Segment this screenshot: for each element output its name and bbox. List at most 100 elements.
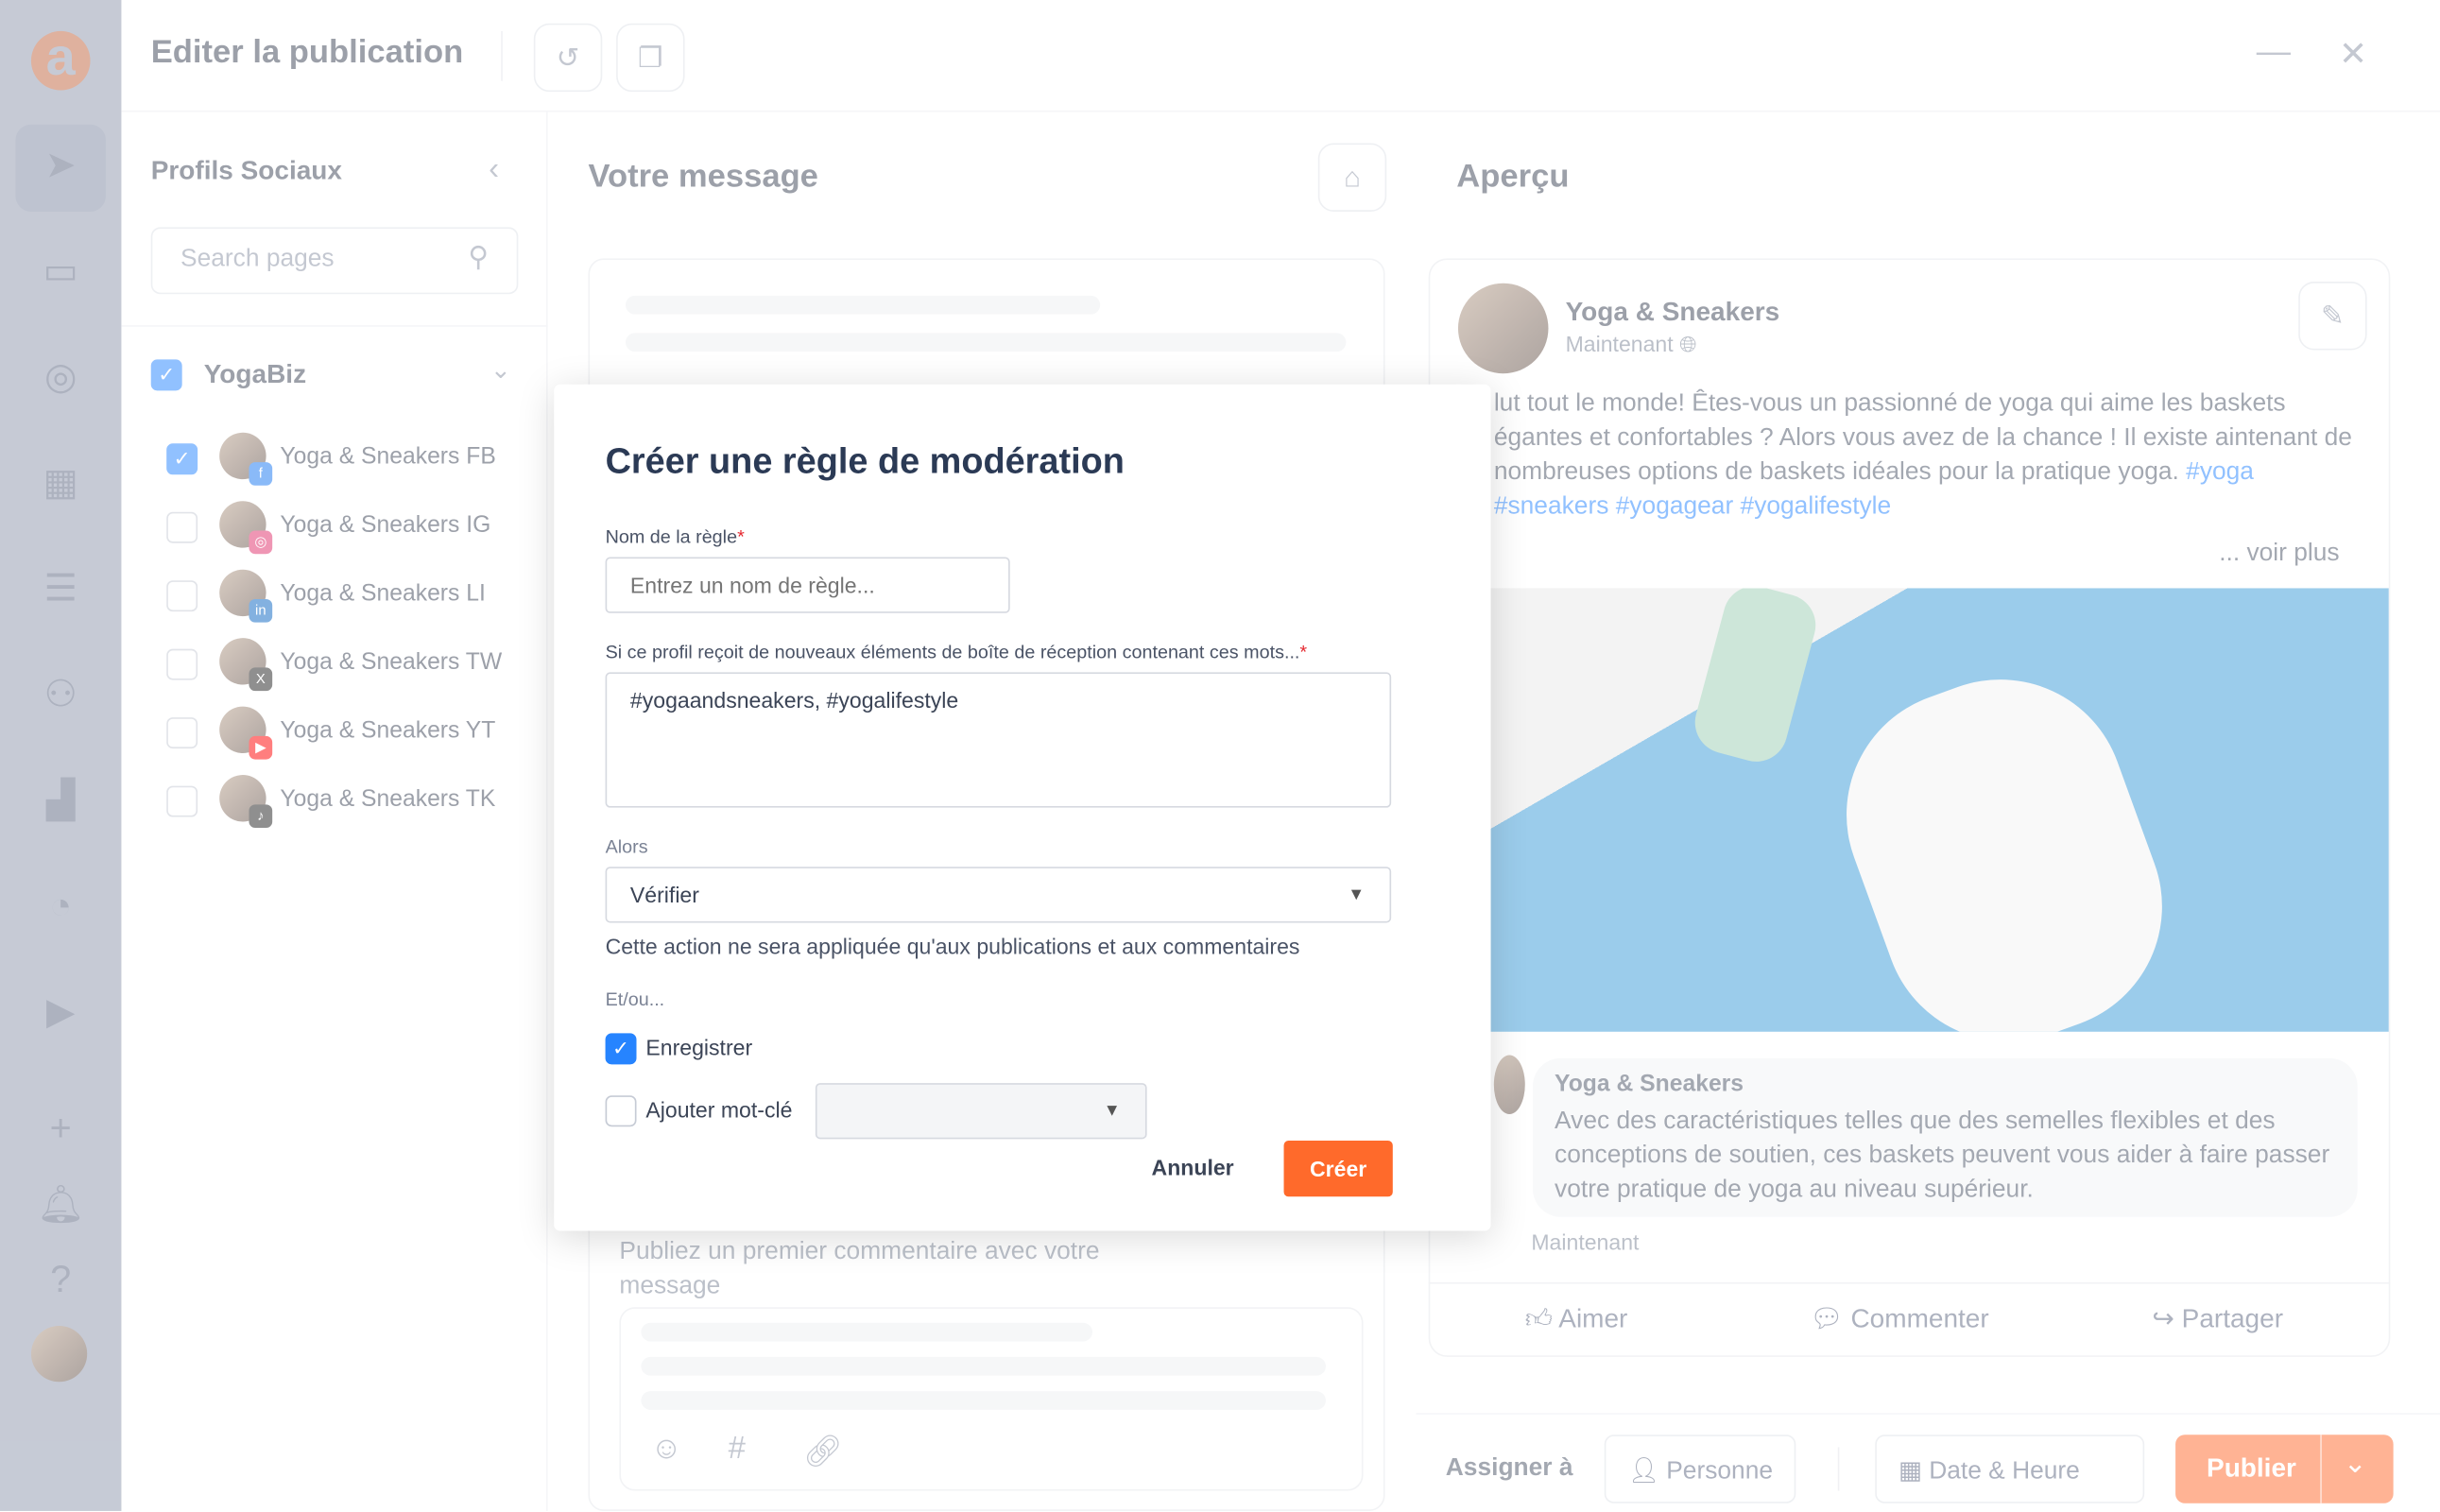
- post-image: [1490, 588, 2389, 1032]
- comment-action[interactable]: 💬︎ Commenter: [1810, 1302, 1989, 1336]
- search-icon: ⚲: [468, 241, 490, 273]
- linkedin-icon: in: [249, 598, 273, 623]
- cancel-button[interactable]: Annuler: [1152, 1155, 1234, 1179]
- profile-name: Yoga & Sneakers TK: [280, 785, 496, 813]
- see-more-link[interactable]: ... voir plus: [2219, 537, 2339, 571]
- help-icon[interactable]: ?: [34, 1254, 87, 1307]
- publish-button[interactable]: Publier: [2207, 1453, 2296, 1485]
- users-icon[interactable]: ⚇: [34, 669, 87, 722]
- keyword-select[interactable]: ▼: [815, 1083, 1147, 1140]
- youtube-icon: ▶: [249, 735, 273, 760]
- profile-avatar: ▶: [219, 706, 273, 760]
- tiktok-icon: ♪: [249, 804, 273, 829]
- share-action[interactable]: ↪ Partager: [2152, 1302, 2283, 1336]
- sneaker-shape: [1811, 644, 2197, 1032]
- share-label: Partager: [2181, 1303, 2284, 1334]
- profile-name: Yoga & Sneakers IG: [280, 511, 491, 539]
- then-label: Alors: [605, 835, 648, 858]
- create-button[interactable]: Créer: [1283, 1141, 1393, 1197]
- divider: [121, 325, 548, 327]
- page-avatar: [1457, 283, 1549, 374]
- page-title: Editer la publication: [150, 34, 464, 71]
- person-icon: 👤︎: [1627, 1457, 1659, 1485]
- edit-preview-button[interactable]: ✎: [2298, 282, 2367, 351]
- profile-item[interactable]: ✓ f Yoga & Sneakers FB: [166, 432, 524, 486]
- profile-checkbox[interactable]: [166, 785, 198, 817]
- gauge-icon[interactable]: ◔: [34, 881, 87, 934]
- comment-text: Avec des caractéristiques telles que des…: [1555, 1108, 2330, 1203]
- analytics-icon[interactable]: ▟: [34, 775, 87, 828]
- profile-avatar: in: [219, 569, 273, 623]
- divider: [1837, 1447, 1840, 1491]
- profile-item[interactable]: ◎ Yoga & Sneakers IG: [166, 501, 524, 555]
- facebook-icon: f: [249, 462, 273, 486]
- history-button[interactable]: ↺: [533, 23, 603, 93]
- rule-name-input[interactable]: [605, 557, 1010, 613]
- profile-checkbox[interactable]: [166, 717, 198, 749]
- profile-avatar: f: [219, 432, 273, 486]
- assign-person-button[interactable]: 👤︎ Personne: [1604, 1435, 1796, 1503]
- search-pages-input[interactable]: Search pages ⚲: [150, 227, 519, 295]
- profile-item[interactable]: X Yoga & Sneakers TW: [166, 638, 524, 692]
- add-keyword-label: Ajouter mot-clé: [645, 1096, 793, 1123]
- rule-name-label: Nom de la règle*: [606, 526, 745, 548]
- close-icon[interactable]: ✕: [2339, 34, 2367, 75]
- profile-checkbox[interactable]: [166, 511, 198, 543]
- add-keyword-checkbox[interactable]: [605, 1095, 637, 1127]
- list-calendar-icon[interactable]: ☰: [34, 563, 87, 616]
- globe-search-icon[interactable]: ◎: [34, 352, 87, 404]
- profile-checkbox[interactable]: ✓: [166, 443, 198, 475]
- comment-author: Yoga & Sneakers: [1555, 1070, 1744, 1097]
- save-checkbox[interactable]: ✓: [605, 1033, 637, 1065]
- profile-checkbox[interactable]: [166, 580, 198, 612]
- plus-icon[interactable]: +: [34, 1104, 87, 1157]
- like-action[interactable]: 👍︎ Aimer: [1525, 1302, 1628, 1336]
- group-checkbox[interactable]: ✓: [150, 359, 182, 391]
- top-bar: [121, 0, 2440, 112]
- first-comment-label: Publiez un premier commentaire avec votr…: [619, 1238, 1100, 1299]
- required-mark: *: [1299, 641, 1308, 663]
- message-title: Votre message: [588, 158, 818, 195]
- chevron-down-icon[interactable]: ⌄: [2344, 1447, 2367, 1480]
- and-or-label: Et/ou...: [605, 988, 665, 1010]
- share-icon: ↪: [2152, 1303, 2174, 1334]
- action-select[interactable]: Vérifier ▼: [605, 867, 1392, 923]
- app-logo[interactable]: a: [30, 30, 91, 91]
- keywords-textarea[interactable]: #yogaandsneakers, #yogalifestyle: [605, 672, 1392, 808]
- date-time-button[interactable]: ▦ Date & Heure: [1875, 1435, 2145, 1503]
- skeleton-line: [641, 1322, 1092, 1342]
- skeleton-line: [625, 333, 1347, 352]
- tag-button[interactable]: ⌂: [1317, 143, 1387, 212]
- post-text: lut tout le monde! Êtes-vous un passionn…: [1494, 387, 2365, 524]
- profile-item[interactable]: in Yoga & Sneakers LI: [166, 569, 524, 623]
- action-note: Cette action ne sera appliquée qu'aux pu…: [605, 934, 1300, 959]
- comments-button[interactable]: ❐: [616, 23, 685, 93]
- user-avatar[interactable]: [30, 1325, 88, 1383]
- x-icon: X: [249, 667, 273, 692]
- profile-item[interactable]: ▶ Yoga & Sneakers YT: [166, 706, 524, 760]
- emoji-icon[interactable]: ☺: [650, 1432, 682, 1468]
- profile-item[interactable]: ♪ Yoga & Sneakers TK: [166, 775, 524, 829]
- profile-checkbox[interactable]: [166, 648, 198, 680]
- comment-time: Maintenant: [1531, 1228, 1640, 1255]
- thumbs-up-icon: 👍︎: [1524, 1303, 1554, 1334]
- chevron-down-icon[interactable]: ⌄: [490, 354, 511, 386]
- hashtag-icon[interactable]: #: [729, 1432, 746, 1468]
- link-icon[interactable]: 🔗︎: [803, 1432, 843, 1470]
- selected-action: Vérifier: [629, 882, 699, 908]
- pencil-icon: ✎: [2320, 300, 2345, 332]
- profile-avatar: ◎: [219, 501, 273, 555]
- divider: [501, 30, 503, 81]
- send-icon[interactable]: ➤: [34, 140, 87, 193]
- calendar-icon[interactable]: ▦: [34, 457, 87, 510]
- minimize-icon[interactable]: —: [2257, 31, 2291, 72]
- assign-label: Assigner à: [1445, 1454, 1573, 1482]
- collapse-panel-icon[interactable]: ‹: [489, 152, 499, 188]
- media-icon[interactable]: ▶: [34, 987, 87, 1040]
- person-label: Personne: [1666, 1457, 1774, 1485]
- bell-icon[interactable]: 🔔︎: [34, 1179, 87, 1232]
- profile-name: Yoga & Sneakers YT: [280, 717, 496, 745]
- skeleton-line: [641, 1356, 1326, 1376]
- inbox-icon[interactable]: ▭: [34, 246, 87, 299]
- profile-avatar: ♪: [219, 775, 273, 829]
